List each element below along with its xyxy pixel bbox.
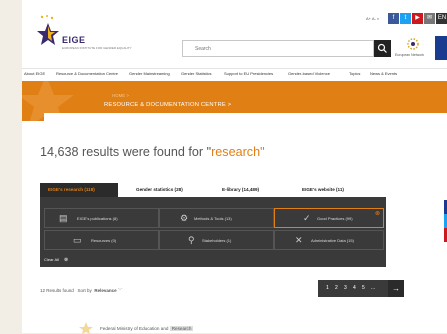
nav-item-gender-based-violence[interactable]: Gender-based Violence (288, 71, 330, 76)
tab-e-library[interactable]: E-library (14,489) (222, 183, 259, 197)
category-label: Stakeholders (1) (202, 238, 232, 243)
email-icon[interactable]: ✉ (424, 13, 435, 24)
search-icon (377, 43, 387, 53)
nav-item-gender-mainstreaming[interactable]: Gender Mainstreaming (129, 71, 170, 76)
tools-icon: ✕ (295, 235, 303, 245)
category-label: Methods & Tools (13) (194, 216, 232, 221)
clear-all-button[interactable]: Clear All ⊗ (44, 257, 68, 263)
breadcrumb-home[interactable]: HOME > (112, 93, 129, 98)
results-found: 12 Results found (40, 288, 74, 293)
logo-text: EIGE (62, 35, 86, 45)
results-prefix: 14,638 results were found for " (40, 145, 212, 159)
page-1[interactable]: 1 (326, 285, 329, 291)
tab-eige-research[interactable]: EIGE's research (118) (40, 183, 118, 197)
nav-item-about[interactable]: About EIGE (24, 71, 45, 76)
category-administrative-data[interactable]: ✕ Administrative Data (15) (274, 230, 384, 250)
youtube-icon[interactable]: ▶ (412, 13, 423, 24)
result-item[interactable]: Federal Ministry of Education and Resear… (100, 326, 194, 331)
category-stakeholders[interactable]: ⚲ Stakeholders (1) (159, 230, 274, 250)
results-suffix: " (260, 145, 265, 159)
next-page-button[interactable]: → (388, 280, 404, 297)
nav-item-news-events[interactable]: News & Events (370, 71, 397, 76)
category-label: EIGE's publications (8) (77, 216, 118, 221)
result-tag: Research (169, 326, 194, 331)
search-box (182, 40, 374, 57)
eu-stars-icon (407, 38, 419, 50)
main-nav: About EIGE Resource & Documentation Cent… (22, 68, 447, 82)
search-button[interactable] (374, 40, 391, 57)
page-4[interactable]: 4 (353, 285, 356, 291)
category-good-practices[interactable]: ✓ Good Practices (99) ⊗ (274, 208, 384, 228)
nav-item-gender-statistics[interactable]: Gender Statistics (181, 71, 211, 76)
eu-flag-icon[interactable] (435, 36, 447, 60)
pagination: 1 2 3 4 5 ... (318, 280, 388, 297)
page-ellipsis: ... (371, 285, 376, 291)
sort-select[interactable]: Relevance (94, 288, 116, 293)
facebook-icon[interactable]: f (388, 13, 399, 24)
twitter-icon[interactable]: t (400, 13, 411, 24)
european-network-logo[interactable]: European Network (393, 36, 433, 60)
folder-icon: ▭ (73, 235, 82, 245)
logo-subtitle: EUROPEAN INSTITUTE FOR GENDER EQUALITY (62, 46, 132, 50)
clear-icon: ⊗ (64, 257, 69, 263)
sort-label: Sort by (77, 288, 92, 293)
category-publications[interactable]: ▤ EIGE's publications (8) (44, 208, 159, 228)
results-heading: 14,638 results were found for "research" (40, 145, 265, 159)
category-methods-tools[interactable]: ⚙ Methods & Tools (13) (159, 208, 274, 228)
close-icon[interactable]: ⊗ (375, 210, 380, 217)
check-badge-icon: ✓ (303, 213, 311, 223)
page-5[interactable]: 5 (362, 285, 365, 291)
gears-icon: ⚙ (180, 213, 189, 223)
language-selector[interactable]: EN (436, 13, 447, 24)
results-term: research (211, 145, 261, 159)
clear-all-label: Clear All (44, 257, 59, 262)
category-resources[interactable]: ▭ Resources (0) (44, 230, 159, 250)
category-label: Resources (0) (91, 238, 117, 243)
search-input[interactable] (195, 44, 345, 53)
category-grid: ▤ EIGE's publications (8) ⚙ Methods & To… (40, 197, 386, 267)
category-label: Good Practices (99) (317, 216, 353, 221)
nav-item-topics[interactable]: Topics (349, 71, 360, 76)
chevron-down-icon: ﹀ (117, 288, 123, 293)
listing-controls: 12 Results found Sort by Relevance ﹀ (40, 288, 122, 294)
result-tabs: EIGE's research (118) Gender statistics … (40, 183, 386, 197)
category-label: Administrative Data (15) (311, 238, 354, 243)
result-title: Federal Ministry of Education and (100, 326, 169, 331)
tab-eige-website[interactable]: EIGE's website (11) (302, 183, 344, 197)
nav-item-resource-centre[interactable]: Resource & Documentation Centre (56, 71, 118, 76)
page-2[interactable]: 2 (335, 285, 338, 291)
result-star-icon (79, 322, 93, 334)
page-3[interactable]: 3 (344, 285, 347, 291)
breadcrumb-current: RESOURCE & DOCUMENTATION CENTRE > (104, 102, 232, 108)
site-header: EIGE EUROPEAN INSTITUTE FOR GENDER EQUAL… (22, 0, 447, 68)
nav-item-eu-presidencies[interactable]: Support to EU Presidencies (224, 71, 273, 76)
partner-label: European Network (395, 53, 424, 57)
tab-gender-statistics[interactable]: Gender statistics (28) (136, 183, 183, 197)
person-icon: ⚲ (188, 235, 195, 245)
book-icon: ▤ (59, 213, 68, 223)
